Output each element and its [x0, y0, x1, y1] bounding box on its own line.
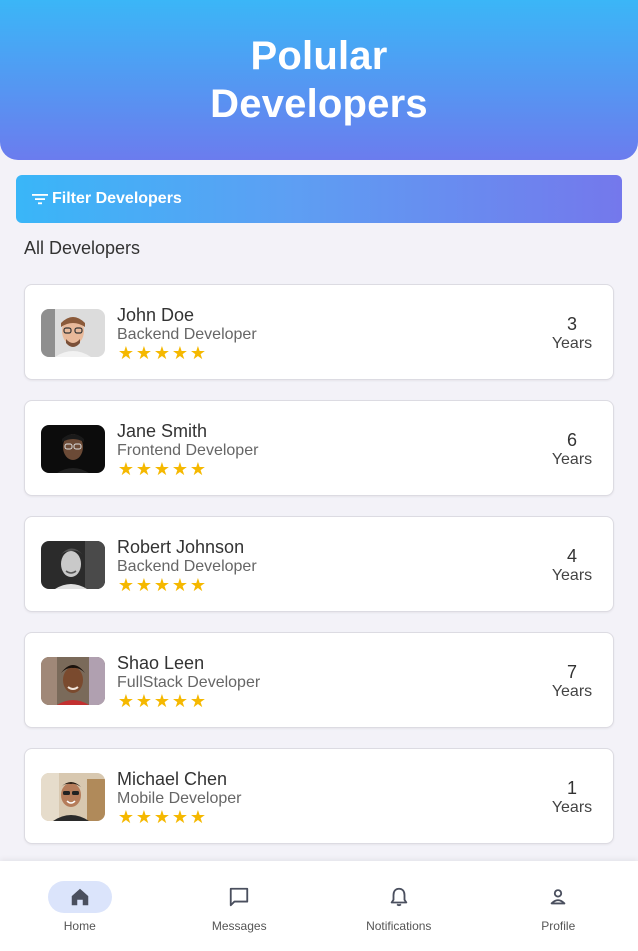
- nav-profile[interactable]: Profile: [479, 861, 638, 951]
- developer-name: Jane Smith: [117, 421, 208, 441]
- developer-card[interactable]: Jane Smith Frontend Developer ★ ★ ★ ★ ★ 6 Ye…: [24, 400, 614, 496]
- page-title-line2: Developers: [210, 82, 428, 126]
- developer-role: Frontend Developer: [117, 442, 259, 459]
- star-icon: ★: [153, 575, 171, 595]
- star-icon: ★: [189, 459, 207, 479]
- experience: 3 Years: [547, 313, 597, 353]
- filter-developers-button[interactable]: Filter Developers: [16, 175, 622, 223]
- home-icon: [71, 888, 88, 906]
- developer-role: Backend Developer: [117, 558, 257, 575]
- nav-profile-indicator: [526, 881, 590, 913]
- star-icon: ★: [135, 807, 153, 827]
- avatar: [41, 657, 105, 705]
- star-icon: ★: [153, 807, 171, 827]
- experience: 6 Years: [547, 429, 597, 469]
- experience-unit: Years: [551, 567, 593, 584]
- star-icon: ★: [189, 691, 207, 711]
- nav-messages-label: Messages: [211, 919, 267, 933]
- star-icon: ★: [189, 575, 207, 595]
- rating-stars: ★ ★ ★ ★ ★: [117, 807, 207, 827]
- experience-years: 4: [566, 546, 577, 566]
- developer-name: Shao Leen: [117, 653, 205, 673]
- developer-role: Backend Developer: [117, 326, 257, 343]
- nav-notifications-label: Notifications: [366, 919, 432, 933]
- filter-list-icon: [32, 194, 48, 205]
- star-icon: ★: [153, 691, 171, 711]
- experience-years: 7: [566, 662, 577, 682]
- app-screen: Polular Developers Filter Developers All…: [0, 0, 638, 951]
- nav-home-indicator: [47, 881, 112, 913]
- developer-name: Michael Chen: [117, 769, 228, 789]
- nav-profile-label: Profile: [541, 919, 576, 933]
- page-header: Polular Developers: [0, 0, 638, 160]
- bell-icon: [390, 887, 407, 907]
- experience-years: 6: [566, 430, 577, 450]
- developer-card[interactable]: Robert Johnson Backend Developer ★ ★ ★ ★ ★ 4…: [24, 516, 614, 612]
- experience: 7 Years: [547, 661, 597, 701]
- star-icon: ★: [135, 691, 153, 711]
- star-icon: ★: [189, 343, 207, 363]
- developer-name: John Doe: [117, 305, 195, 325]
- avatar: [41, 425, 105, 473]
- star-icon: ★: [189, 807, 207, 827]
- rating-stars: ★ ★ ★ ★ ★: [117, 691, 207, 711]
- star-icon: ★: [171, 459, 189, 479]
- experience-years: 3: [566, 314, 577, 334]
- star-icon: ★: [117, 691, 135, 711]
- nav-messages[interactable]: Messages: [160, 861, 320, 951]
- developer-role: FullStack Developer: [117, 674, 261, 691]
- avatar: [41, 309, 105, 357]
- rating-stars: ★ ★ ★ ★ ★: [117, 343, 207, 363]
- experience: 1 Years: [547, 777, 597, 817]
- rating-stars: ★ ★ ★ ★ ★: [117, 459, 207, 479]
- developer-role: Mobile Developer: [117, 790, 242, 807]
- nav-notifications[interactable]: Notifications: [319, 861, 479, 951]
- star-icon: ★: [135, 575, 153, 595]
- filter-label: Filter Developers: [52, 190, 182, 207]
- nav-messages-indicator: [207, 881, 271, 913]
- star-icon: ★: [135, 343, 153, 363]
- experience-unit: Years: [551, 799, 593, 816]
- star-icon: ★: [153, 343, 171, 363]
- star-icon: ★: [117, 807, 135, 827]
- avatar: [41, 541, 105, 589]
- experience-unit: Years: [551, 683, 593, 700]
- person-icon: [550, 889, 566, 905]
- rating-stars: ★ ★ ★ ★ ★: [117, 575, 207, 595]
- developer-name: Robert Johnson: [117, 537, 245, 557]
- section-title: All Developers: [24, 238, 141, 258]
- star-icon: ★: [153, 459, 171, 479]
- page-title-line1: Polular: [250, 34, 388, 78]
- star-icon: ★: [171, 691, 189, 711]
- message-icon: [230, 887, 249, 907]
- experience-unit: Years: [551, 335, 593, 352]
- developer-card[interactable]: John Doe Backend Developer ★ ★ ★ ★ ★ 3 Years: [24, 284, 614, 380]
- star-icon: ★: [117, 459, 135, 479]
- star-icon: ★: [171, 807, 189, 827]
- experience: 4 Years: [547, 545, 597, 585]
- developer-card[interactable]: Michael Chen Mobile Developer ★ ★ ★ ★ ★ 1 Ye…: [24, 748, 614, 844]
- nav-notifications-indicator: [367, 881, 431, 913]
- nav-home-label: Home: [63, 919, 96, 933]
- star-icon: ★: [117, 343, 135, 363]
- avatar: [41, 773, 105, 821]
- nav-home[interactable]: Home: [0, 861, 160, 951]
- star-icon: ★: [135, 459, 153, 479]
- star-icon: ★: [171, 343, 189, 363]
- experience-years: 1: [566, 778, 577, 798]
- bottom-navigation: Home Messages Notifications Profile: [0, 861, 638, 951]
- developer-card[interactable]: Shao Leen FullStack Developer ★ ★ ★ ★ ★ 7 Ye…: [24, 632, 614, 728]
- star-icon: ★: [171, 575, 189, 595]
- star-icon: ★: [117, 575, 135, 595]
- experience-unit: Years: [551, 451, 593, 468]
